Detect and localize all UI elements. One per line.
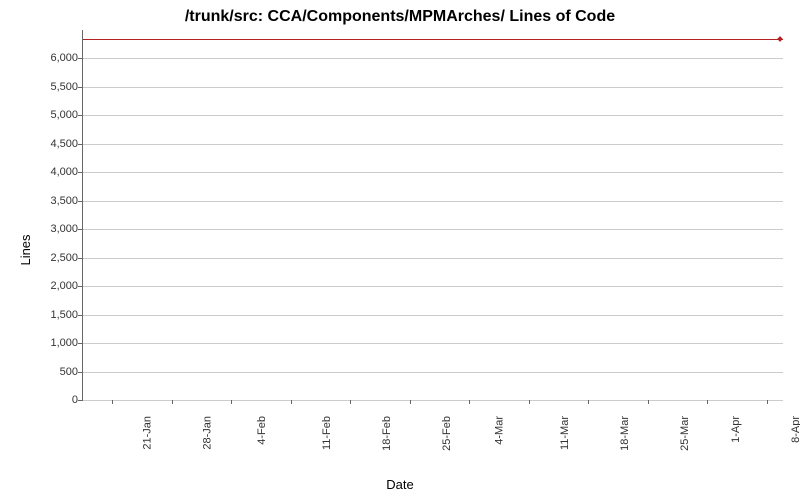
x-tick-label: 4-Mar <box>494 416 506 445</box>
chart-title: /trunk/src: CCA/Components/MPMArches/ Li… <box>0 8 800 26</box>
y-tick-mark <box>78 258 82 259</box>
y-tick-mark <box>78 229 82 230</box>
y-tick-label: 1,000 <box>28 337 78 349</box>
y-tick-mark <box>78 172 82 173</box>
y-tick-label: 3,500 <box>28 195 78 207</box>
x-tick-mark <box>231 400 232 404</box>
y-tick-mark <box>78 400 82 401</box>
y-tick-mark <box>78 58 82 59</box>
x-tick-mark <box>410 400 411 404</box>
plot-area <box>82 30 783 401</box>
gridline <box>83 286 783 287</box>
x-tick-label: 4-Feb <box>256 416 268 445</box>
y-tick-label: 3,000 <box>28 223 78 235</box>
y-tick-label: 6,000 <box>28 52 78 64</box>
y-tick-label: 1,500 <box>28 309 78 321</box>
gridline <box>83 372 783 373</box>
y-tick-mark <box>78 201 82 202</box>
x-tick-mark <box>588 400 589 404</box>
x-tick-label: 18-Mar <box>619 416 631 451</box>
x-axis-label: Date <box>0 477 800 492</box>
x-tick-label: 25-Feb <box>441 416 453 451</box>
gridline <box>83 343 783 344</box>
y-tick-label: 5,500 <box>28 81 78 93</box>
data-line <box>83 39 783 40</box>
gridline <box>83 400 783 401</box>
gridline <box>83 258 783 259</box>
gridline <box>83 172 783 173</box>
y-tick-mark <box>78 343 82 344</box>
y-tick-label: 500 <box>28 366 78 378</box>
x-tick-label: 21-Jan <box>142 416 154 450</box>
x-tick-mark <box>112 400 113 404</box>
y-tick-label: 4,500 <box>28 138 78 150</box>
y-tick-label: 2,000 <box>28 280 78 292</box>
x-tick-mark <box>648 400 649 404</box>
gridline <box>83 201 783 202</box>
y-tick-mark <box>78 372 82 373</box>
x-tick-label: 18-Feb <box>381 416 393 451</box>
x-tick-label: 8-Apr <box>790 416 800 443</box>
gridline <box>83 87 783 88</box>
x-tick-label: 11-Mar <box>559 416 571 450</box>
y-tick-label: 0 <box>28 394 78 406</box>
x-tick-label: 28-Jan <box>201 416 213 450</box>
y-tick-label: 5,000 <box>28 109 78 121</box>
y-tick-label: 2,500 <box>28 252 78 264</box>
y-tick-mark <box>78 87 82 88</box>
y-tick-mark <box>78 315 82 316</box>
x-tick-mark <box>291 400 292 404</box>
x-tick-label: 25-Mar <box>679 416 691 451</box>
x-tick-mark <box>707 400 708 404</box>
x-tick-label: 1-Apr <box>730 416 742 443</box>
y-tick-mark <box>78 115 82 116</box>
x-tick-mark <box>767 400 768 404</box>
data-point <box>777 36 783 42</box>
y-tick-mark <box>78 144 82 145</box>
gridline <box>83 115 783 116</box>
x-tick-label: 11-Feb <box>321 416 333 450</box>
gridline <box>83 58 783 59</box>
x-tick-mark <box>529 400 530 404</box>
gridline <box>83 144 783 145</box>
y-tick-mark <box>78 286 82 287</box>
chart-container: /trunk/src: CCA/Components/MPMArches/ Li… <box>0 0 800 500</box>
x-tick-mark <box>172 400 173 404</box>
gridline <box>83 229 783 230</box>
y-tick-label: 4,000 <box>28 166 78 178</box>
gridline <box>83 315 783 316</box>
x-tick-mark <box>350 400 351 404</box>
x-tick-mark <box>469 400 470 404</box>
